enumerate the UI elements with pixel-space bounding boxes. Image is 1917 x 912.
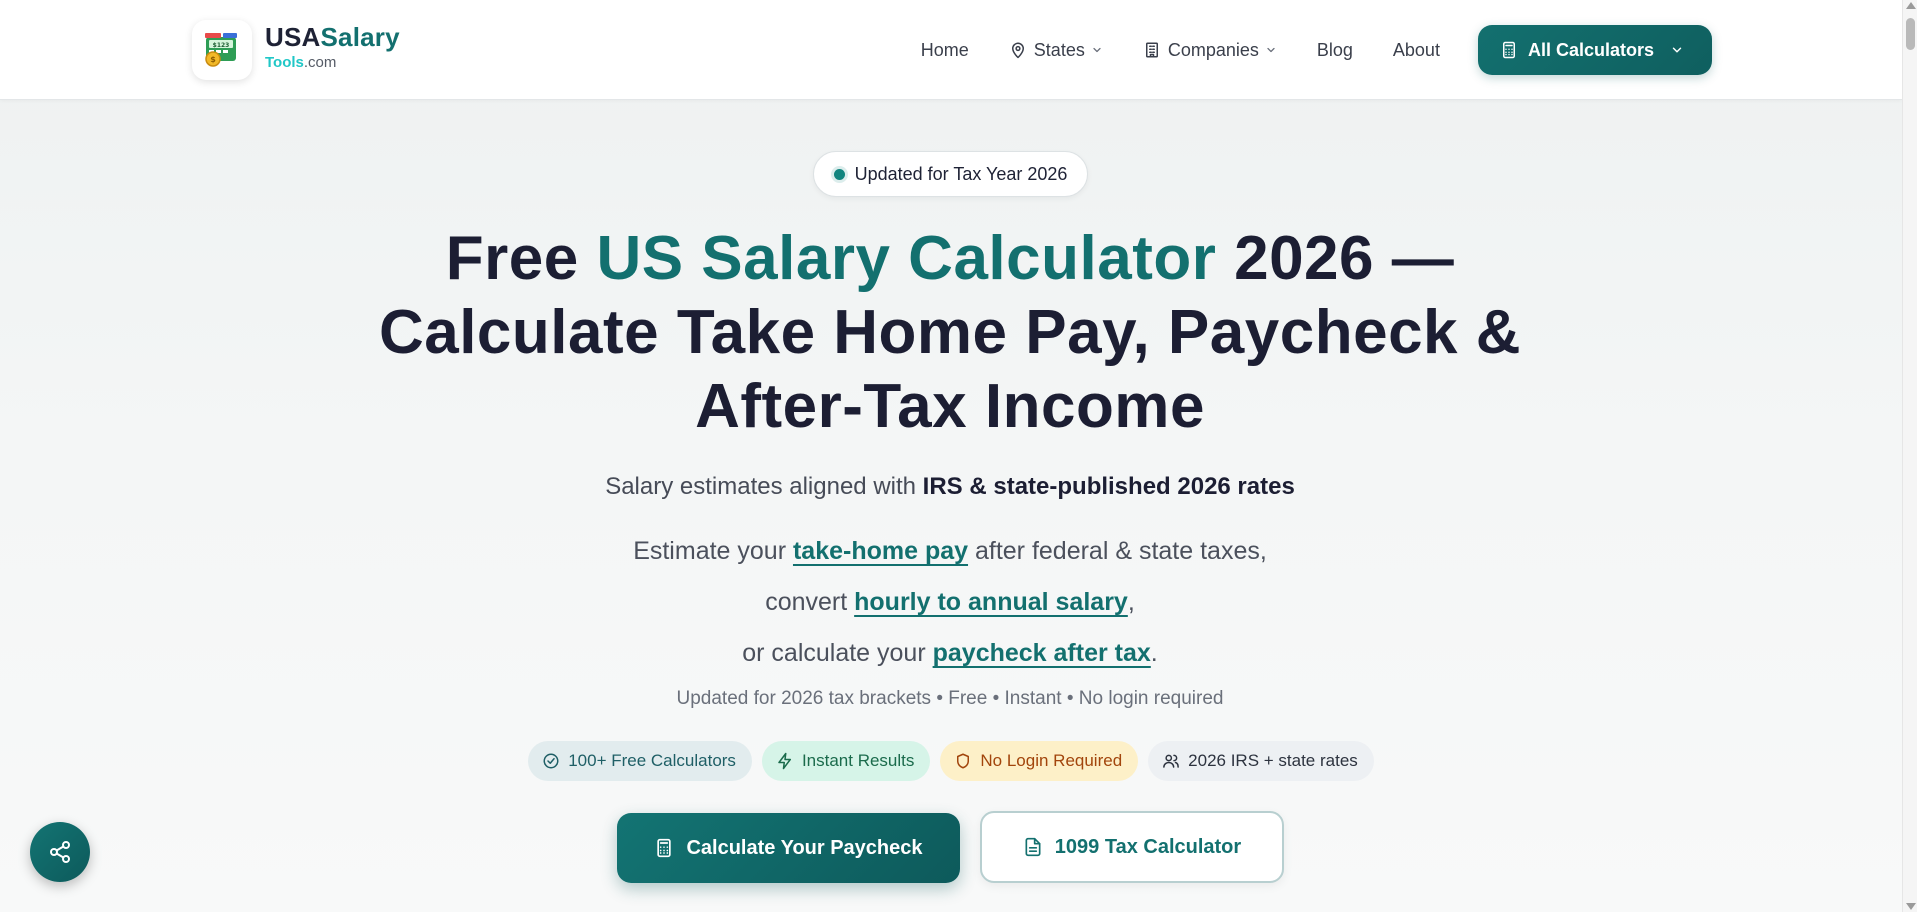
pill-no-login-label: No Login Required (980, 751, 1123, 770)
desc-line2-pre: convert (765, 588, 855, 616)
desc-line-3: or calculate your paycheck after tax. (360, 628, 1540, 679)
hero-meta: Updated for 2026 tax brackets • Free • I… (676, 688, 1224, 709)
pill-irs-rates: 2026 IRS + state rates (1148, 741, 1374, 781)
desc-line2-post: , (1127, 588, 1135, 616)
nav-home-label: Home (920, 39, 969, 60)
nav-home[interactable]: Home (921, 40, 969, 61)
calculator-icon (657, 838, 672, 858)
logo-icon[interactable]: $123 $ (192, 20, 252, 80)
subline-bold: IRS & state-published 2026 rates (922, 473, 1295, 500)
document-icon (1025, 837, 1041, 857)
main-nav: Home States Companies Blog About All Cal… (881, 25, 1712, 75)
all-calculators-button[interactable]: All Calculators (1477, 25, 1712, 75)
paycheck-after-tax-link[interactable]: paycheck after tax (933, 639, 1151, 667)
svg-text:$123: $123 (213, 42, 230, 49)
title-pre: Free (445, 224, 597, 293)
chevron-down-icon (1093, 47, 1101, 53)
page: $123 $ USASalary Tools.com Home States C… (0, 0, 1917, 912)
feature-pills: 100+ Free Calculators Instant Results No… (0, 741, 1902, 781)
title-accent: US Salary Calculator (596, 224, 1217, 293)
site-header: $123 $ USASalary Tools.com Home States C… (0, 0, 1902, 100)
tax-year-badge: Updated for Tax Year 2026 (813, 151, 1088, 197)
all-calculators-label: All Calculators (1527, 39, 1654, 60)
pill-irs-rates-label: 2026 IRS + state rates (1188, 751, 1358, 770)
brand-subname: Tools.com (265, 54, 400, 72)
shield-icon (957, 753, 970, 769)
desc-line-2: convert hourly to annual salary, (360, 577, 1540, 628)
chevron-down-icon (1672, 47, 1682, 53)
pill-instant-results: Instant Results (761, 741, 931, 781)
nav-companies-label: Companies (1167, 39, 1259, 60)
hero-subline: Salary estimates aligned with IRS & stat… (360, 472, 1540, 502)
calculator-icon (1502, 41, 1515, 59)
status-dot (833, 168, 845, 180)
subline-pre: Salary estimates aligned with (605, 473, 923, 500)
nav-companies[interactable]: Companies (1143, 40, 1277, 61)
tax-1099-calculator-button[interactable]: 1099 Tax Calculator (980, 811, 1284, 883)
nav-blog[interactable]: Blog (1317, 40, 1353, 61)
share-icon (50, 841, 70, 863)
scroll-thumb[interactable] (1906, 18, 1915, 50)
pill-no-login: No Login Required (940, 741, 1139, 781)
desc-line3-post: . (1150, 639, 1158, 667)
desc-line1-post: after federal & state taxes, (968, 537, 1267, 565)
calculate-paycheck-label: Calculate Your Paycheck (686, 836, 923, 859)
scroll-down-arrow[interactable] (1906, 903, 1916, 910)
share-button[interactable] (30, 822, 90, 882)
hero-description: Estimate your take-home pay after federa… (360, 526, 1540, 679)
page-title: Free US Salary Calculator 2026 — Calcula… (360, 222, 1540, 444)
brand-wordmark[interactable]: USASalary Tools.com (265, 22, 400, 72)
desc-line-1: Estimate your take-home pay after federa… (360, 526, 1540, 577)
brand-sub-part2: .com (303, 54, 337, 71)
take-home-pay-link[interactable]: take-home pay (793, 537, 968, 565)
calculate-paycheck-button[interactable]: Calculate Your Paycheck (617, 813, 960, 883)
brand-name-part1: USA (265, 22, 321, 52)
desc-line1-pre: Estimate your (633, 537, 793, 565)
nav-states-label: States (1033, 39, 1085, 60)
desc-line3-pre: or calculate your (742, 639, 933, 667)
tax-1099-calculator-label: 1099 Tax Calculator (1054, 835, 1242, 858)
svg-text:$: $ (210, 55, 216, 64)
lightning-icon (778, 752, 791, 770)
building-icon (1145, 42, 1158, 58)
chevron-down-icon (1267, 47, 1275, 53)
page-scrollbar[interactable] (1902, 0, 1917, 912)
nav-about[interactable]: About (1393, 40, 1440, 61)
brand-sub-part1: Tools (265, 54, 304, 71)
users-icon (1163, 754, 1180, 768)
nav-states[interactable]: States (1009, 40, 1103, 61)
pill-free-calculators-label: 100+ Free Calculators (568, 751, 736, 770)
pill-free-calculators: 100+ Free Calculators (528, 741, 752, 781)
pill-instant-results-label: Instant Results (801, 751, 915, 770)
scroll-up-arrow[interactable] (1906, 2, 1916, 9)
brand-name: USASalary (265, 22, 400, 52)
nav-about-label: About (1392, 39, 1440, 60)
hourly-to-annual-link[interactable]: hourly to annual salary (854, 588, 1128, 616)
brand-name-part2: Salary (320, 22, 400, 52)
nav-blog-label: Blog (1316, 39, 1353, 60)
check-circle-icon (543, 753, 559, 769)
tax-year-badge-label: Updated for Tax Year 2026 (854, 163, 1068, 184)
map-pin-icon (1011, 42, 1024, 59)
